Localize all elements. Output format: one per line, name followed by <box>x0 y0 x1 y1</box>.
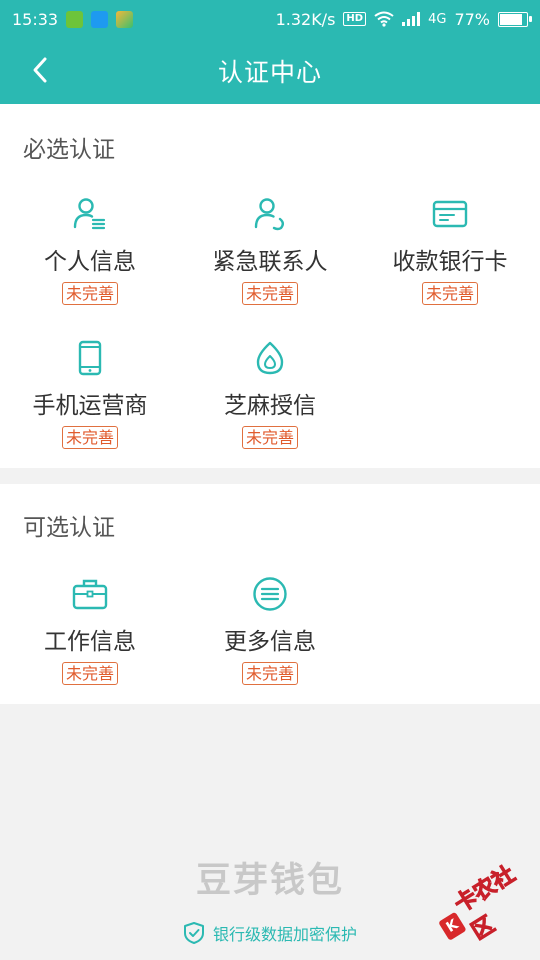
more-lines-icon <box>253 577 287 611</box>
wechat-icon <box>66 10 84 28</box>
item-label: 工作信息 <box>44 629 136 655</box>
nav-bar: 认证中心 <box>0 38 540 104</box>
item-mobile-carrier[interactable]: 手机运营商 未完善 <box>0 338 180 468</box>
status-badge: 未完善 <box>61 662 118 685</box>
item-sesame-credit[interactable]: 芝麻授信 未完善 <box>180 338 360 468</box>
item-emergency-contact[interactable]: 紧急联系人 未完善 <box>180 194 360 324</box>
item-label: 更多信息 <box>224 629 316 655</box>
status-badge: 未完善 <box>241 282 298 305</box>
item-label: 手机运营商 <box>32 393 148 419</box>
status-badge: 未完善 <box>61 282 118 305</box>
battery-fill <box>500 13 522 25</box>
status-bar: 15:33 1.32K/s HD 4G 77% <box>0 0 540 38</box>
battery-icon <box>498 11 532 27</box>
required-section: 必选认证 个人信息 未完善 紧急联系人 未完善 收款银行卡 未完善 手机运营商 … <box>0 104 540 468</box>
status-badge: 未完善 <box>241 662 298 685</box>
status-badge: 未完善 <box>421 282 478 305</box>
person-list-icon <box>73 198 106 230</box>
item-label: 个人信息 <box>44 249 136 275</box>
back-button[interactable] <box>22 52 58 88</box>
battery-percent: 77% <box>454 9 490 29</box>
item-more-info[interactable]: 更多信息 未完善 <box>180 574 360 704</box>
status-badge: 未完善 <box>241 426 298 449</box>
optional-section: 可选认证 工作信息 未完善 更多信息 未完善 <box>0 484 540 704</box>
network-type: 4G <box>428 11 447 27</box>
item-work-info[interactable]: 工作信息 未完善 <box>0 574 180 704</box>
security-text: 银行级数据加密保护 <box>212 925 357 944</box>
shield-check-icon <box>183 922 204 944</box>
status-badge: 未完善 <box>61 426 118 449</box>
section-title-optional: 可选认证 <box>23 515 115 541</box>
net-speed: 1.32K/s <box>275 9 336 29</box>
maps-icon <box>116 10 134 28</box>
signal-icon <box>402 12 421 26</box>
scan-icon <box>91 10 109 28</box>
person-phone-icon <box>254 198 284 231</box>
item-label: 芝麻授信 <box>224 393 316 419</box>
section-title-required: 必选认证 <box>23 137 115 163</box>
briefcase-icon <box>72 579 108 610</box>
item-label: 紧急联系人 <box>212 249 328 275</box>
item-bank-card[interactable]: 收款银行卡 未完善 <box>360 194 540 324</box>
mobile-phone-icon <box>78 340 102 376</box>
wifi-icon <box>374 11 394 27</box>
item-label: 收款银行卡 <box>392 249 508 275</box>
bank-card-icon <box>432 200 468 228</box>
status-time: 15:33 <box>12 9 59 29</box>
item-personal-info[interactable]: 个人信息 未完善 <box>0 194 180 324</box>
hd-icon: HD <box>343 12 367 26</box>
chevron-left-icon <box>33 57 47 83</box>
sesame-drop-icon <box>256 341 284 375</box>
page-title: 认证中心 <box>217 58 322 87</box>
